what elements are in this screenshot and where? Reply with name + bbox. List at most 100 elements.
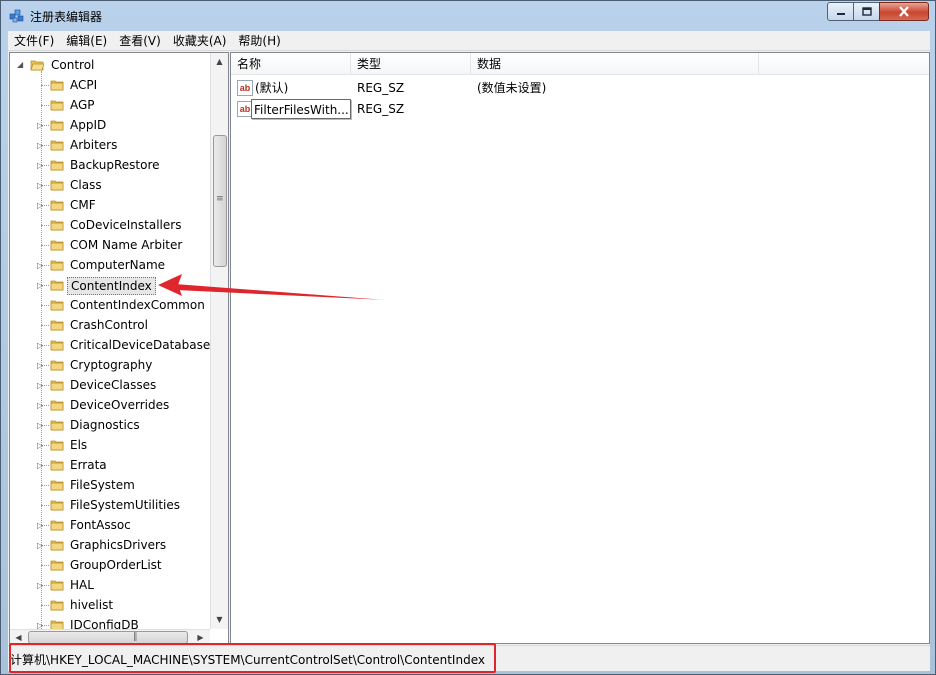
tree-node[interactable]: ▷ Arbiters xyxy=(10,135,210,155)
tree-node[interactable]: ▷ DeviceOverrides xyxy=(10,395,210,415)
scroll-right-arrow-icon[interactable]: ▶ xyxy=(192,629,209,643)
tree-node-label: FileSystemUtilities xyxy=(70,498,180,512)
tree-node-label: IDConfigDB xyxy=(70,618,139,629)
tree-connector xyxy=(41,505,49,506)
tree-node[interactable]: ACPI xyxy=(10,75,210,95)
folder-icon xyxy=(50,240,64,251)
list-row[interactable]: ab FilterFilesWith... REG_SZ xyxy=(231,99,929,119)
tree-node[interactable]: ▷ Els xyxy=(10,435,210,455)
values-list-pane: 名称 类型 数据 ab (默认) REG_SZ (数值未设置) ab Filte… xyxy=(230,52,930,644)
maximize-button[interactable] xyxy=(853,2,880,21)
tree-node-label: AGP xyxy=(70,98,95,112)
folder-icon xyxy=(50,220,64,231)
tree-node-label: AppID xyxy=(70,118,107,132)
tree-connector xyxy=(41,245,49,246)
folder-icon xyxy=(50,620,64,629)
status-bar: 计算机\HKEY_LOCAL_MACHINE\SYSTEM\CurrentCon… xyxy=(8,643,930,673)
scroll-left-arrow-icon[interactable]: ◀ xyxy=(10,629,27,643)
close-icon xyxy=(899,6,909,17)
folder-icon xyxy=(50,380,64,391)
tree-node[interactable]: GroupOrderList xyxy=(10,555,210,575)
value-data xyxy=(477,99,757,119)
tree-node[interactable]: ▷ AppID xyxy=(10,115,210,135)
list-row[interactable]: ab (默认) REG_SZ (数值未设置) xyxy=(231,78,929,98)
tree-node-label: CoDeviceInstallers xyxy=(70,218,182,232)
tree-node-label: hivelist xyxy=(70,598,114,612)
menu-file[interactable]: 文件(F) xyxy=(8,31,60,51)
tree-scroll-thumb[interactable]: ≡ xyxy=(213,135,227,267)
column-header-data[interactable]: 数据 xyxy=(471,53,759,75)
value-type: REG_SZ xyxy=(357,102,405,116)
tree-node[interactable]: ▷ Diagnostics xyxy=(10,415,210,435)
folder-icon xyxy=(50,80,64,91)
tree-node[interactable]: ContentIndexCommon xyxy=(10,295,210,315)
menu-favorites[interactable]: 收藏夹(A) xyxy=(167,31,233,51)
tree-node[interactable]: ▷ ComputerName xyxy=(10,255,210,275)
tree-node[interactable]: FileSystemUtilities xyxy=(10,495,210,515)
grip-icon: ‖ xyxy=(133,632,138,642)
folder-icon xyxy=(50,600,64,611)
tree-node[interactable]: CoDeviceInstallers xyxy=(10,215,210,235)
close-button[interactable] xyxy=(879,2,929,21)
tree-node[interactable]: ▷ HAL xyxy=(10,575,210,595)
tree-node[interactable]: ▷ ContentIndex xyxy=(10,275,210,295)
tree-node[interactable]: ▷ CriticalDeviceDatabase xyxy=(10,335,210,355)
tree-vertical-scrollbar[interactable]: ▲ ≡ ▼ xyxy=(210,53,228,629)
tree-node[interactable]: AGP xyxy=(10,95,210,115)
key-tree-pane: ◢ Control ACPI AGP ▷ AppID ▷ Arbiters ▷ BackupR… xyxy=(9,52,229,644)
tree-node[interactable]: ▷ Cryptography xyxy=(10,355,210,375)
minimize-button[interactable] xyxy=(827,2,854,21)
tree-guide-line xyxy=(41,71,42,629)
folder-icon xyxy=(50,580,64,591)
value-name-edit-box[interactable]: FilterFilesWith... xyxy=(251,99,351,119)
tree-node-label: FileSystem xyxy=(70,478,135,492)
tree-connector xyxy=(41,225,49,226)
tree-node[interactable]: hivelist xyxy=(10,595,210,615)
tree-node[interactable]: ▷ BackupRestore xyxy=(10,155,210,175)
tree-node-label: CMF xyxy=(70,198,96,212)
menu-view[interactable]: 查看(V) xyxy=(113,31,167,51)
tree-node[interactable]: ▷ FontAssoc xyxy=(10,515,210,535)
tree-connector xyxy=(41,485,49,486)
tree-node-label: Control xyxy=(51,58,95,72)
list-header: 名称 类型 数据 xyxy=(231,53,929,75)
folder-icon xyxy=(50,400,64,411)
tree-node-control[interactable]: ◢ Control xyxy=(10,55,210,75)
menu-help[interactable]: 帮助(H) xyxy=(232,31,286,51)
folder-icon xyxy=(50,520,64,531)
tree-horizontal-scrollbar[interactable]: ◀ ‖ ▶ xyxy=(10,629,210,643)
tree-node-label: Class xyxy=(70,178,102,192)
tree-node[interactable]: ▷ Class xyxy=(10,175,210,195)
scroll-up-arrow-icon[interactable]: ▲ xyxy=(211,53,228,70)
scroll-down-arrow-icon[interactable]: ▼ xyxy=(211,611,228,628)
tree-node[interactable]: CrashControl xyxy=(10,315,210,335)
tree-node-label: HAL xyxy=(70,578,94,592)
tree-node[interactable]: COM Name Arbiter xyxy=(10,235,210,255)
folder-icon xyxy=(50,140,64,151)
tree-node[interactable]: ▷ IDConfigDB xyxy=(10,615,210,629)
tree-node[interactable]: ▷ DeviceClasses xyxy=(10,375,210,395)
folder-icon xyxy=(50,300,64,311)
registry-editor-icon xyxy=(9,9,24,23)
tree-node[interactable]: FileSystem xyxy=(10,475,210,495)
folder-icon xyxy=(50,440,64,451)
title-bar[interactable]: 注册表编辑器 xyxy=(1,1,935,31)
folder-icon xyxy=(50,180,64,191)
minimize-icon xyxy=(836,12,845,15)
menu-edit[interactable]: 编辑(E) xyxy=(60,31,113,51)
tree-node[interactable]: ▷ Errata xyxy=(10,455,210,475)
tree-node[interactable]: ▷ GraphicsDrivers xyxy=(10,535,210,555)
grip-icon: ≡ xyxy=(216,194,224,204)
column-header-name[interactable]: 名称 xyxy=(231,53,351,75)
value-data: (数值未设置) xyxy=(477,81,547,95)
tree-node-label: Diagnostics xyxy=(70,418,140,432)
tree-node-label: GroupOrderList xyxy=(70,558,162,572)
tree-node[interactable]: ▷ CMF xyxy=(10,195,210,215)
tree-node-label: Els xyxy=(70,438,88,452)
column-header-type[interactable]: 类型 xyxy=(351,53,471,75)
collapse-icon[interactable]: ◢ xyxy=(17,60,26,69)
folder-icon xyxy=(50,260,64,271)
tree-node-label: ContentIndexCommon xyxy=(70,298,205,312)
folder-icon xyxy=(50,160,64,171)
registry-editor-window: 注册表编辑器 文件(F) 编辑(E) 查看(V) 收藏夹(A) 帮助(H) ◢ xyxy=(0,0,936,675)
